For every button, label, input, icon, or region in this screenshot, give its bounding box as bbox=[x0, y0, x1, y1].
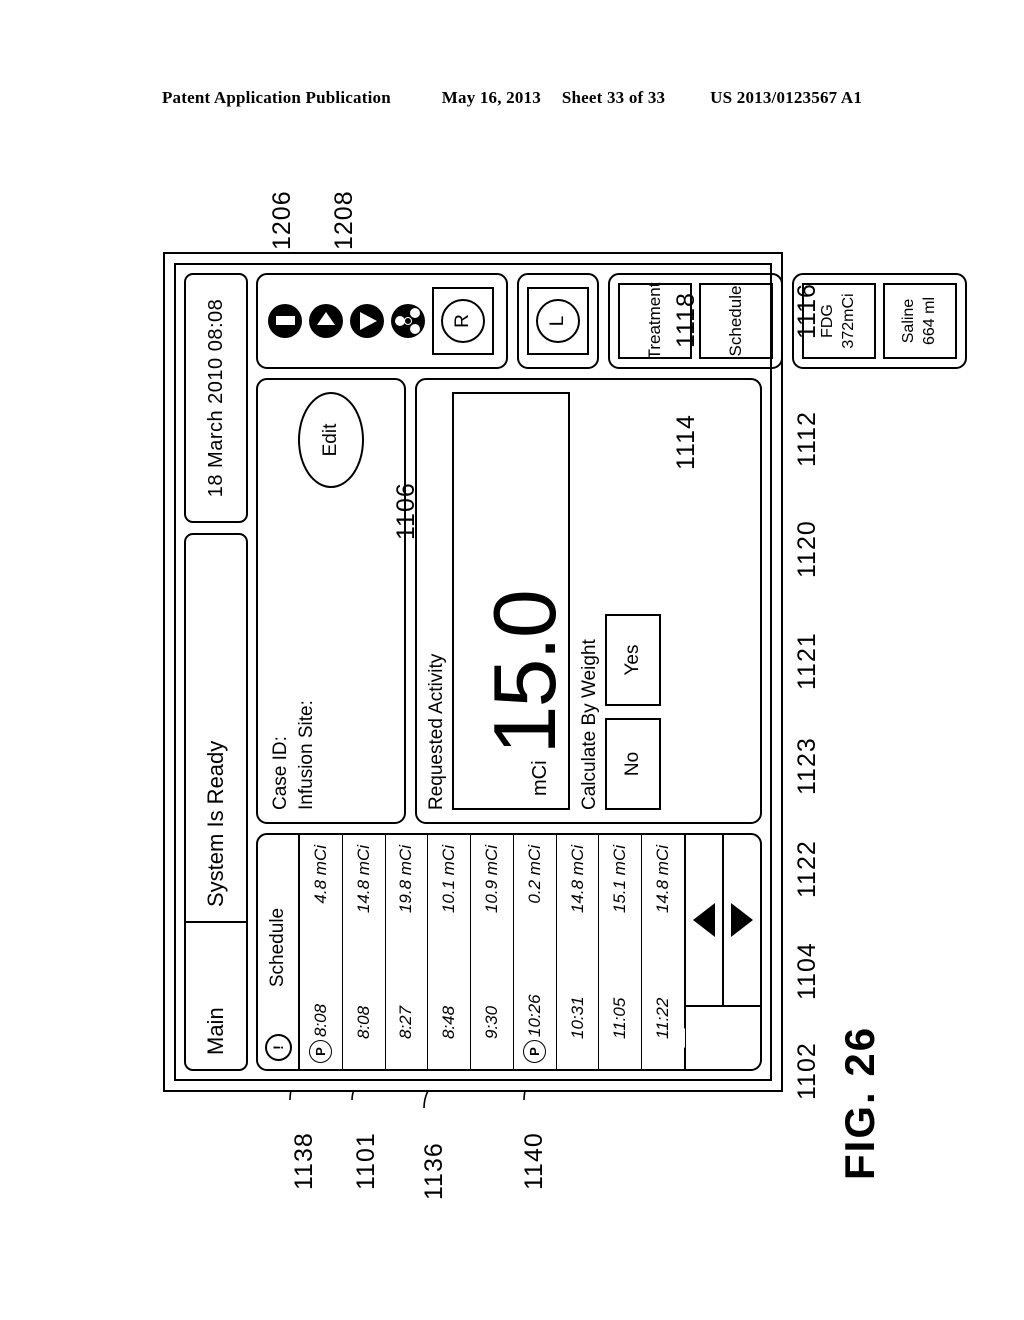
datetime-display: 18 March 2010 08:08 bbox=[184, 273, 248, 523]
scroll-buttons bbox=[686, 835, 760, 1005]
reference-numeral: 1136 bbox=[420, 1142, 448, 1200]
schedule-row[interactable]: 8:48 10.1 mCi bbox=[428, 835, 472, 1069]
schedule-row[interactable]: 8:08 14.8 mCi bbox=[342, 835, 386, 1069]
saline-value: 664 ml bbox=[921, 296, 938, 346]
scrollbar-thumb[interactable] bbox=[686, 1005, 760, 1069]
schedule-rows: P 8:08 4.8 mCi 8:08 14.8 mCi 8:27 19.8 mCi 8:48… bbox=[300, 835, 684, 1069]
screen-body: ! Schedule P 8:08 4.8 mCi 8:08 14.8 mCi 8:27 1… bbox=[256, 273, 967, 1071]
requested-activity-panel: Requested Activity mCi 15.0 Calculate By… bbox=[415, 378, 762, 824]
reference-numeral: 1120 bbox=[793, 520, 821, 578]
r-button-box[interactable]: R bbox=[432, 287, 494, 355]
case-panel: Case ID: Infusion Site: Edit bbox=[256, 378, 406, 824]
calc-by-weight-no-button[interactable]: No bbox=[605, 718, 661, 810]
schedule-row-time: 10:26 bbox=[524, 994, 544, 1037]
schedule-row-time: 11:22 bbox=[653, 997, 673, 1039]
scroll-up-button[interactable] bbox=[686, 835, 724, 1005]
reference-numeral: 1122 bbox=[793, 840, 821, 898]
figure-26-stage: Main System Is Ready 18 March 2010 08:08… bbox=[0, 0, 1024, 1320]
reference-numeral: 1121 bbox=[793, 632, 821, 690]
schedule-scroll-zone bbox=[684, 835, 760, 1069]
schedule-row-activity: 15.1 mCi bbox=[610, 845, 630, 914]
reference-numeral: 1112 bbox=[793, 411, 821, 467]
radiation-trefoil-icon[interactable] bbox=[391, 304, 425, 338]
schedule-row-time: 8:08 bbox=[353, 1005, 373, 1039]
requested-activity-label: Requested Activity bbox=[426, 653, 447, 810]
reference-numeral: 1138 bbox=[290, 1132, 318, 1190]
reference-numeral: 1114 bbox=[672, 414, 700, 470]
chevron-up-icon bbox=[693, 903, 715, 937]
top-bar: Main System Is Ready 18 March 2010 08:08 bbox=[184, 273, 248, 1071]
schedule-row[interactable]: 9:30 10.9 mCi bbox=[471, 835, 514, 1069]
schedule-header-label: Schedule bbox=[267, 907, 288, 988]
reference-numeral: 1106 bbox=[392, 482, 420, 540]
schedule-row-activity: 0.2 mCi bbox=[524, 845, 544, 904]
chevron-down-icon bbox=[731, 903, 753, 937]
status-text: System Is Ready bbox=[184, 533, 248, 923]
activity-unit: mCi bbox=[529, 760, 551, 796]
schedule-header: ! Schedule bbox=[258, 835, 300, 1069]
schedule-row-time: 10:31 bbox=[567, 996, 587, 1039]
figure-label: FIG. 26 bbox=[836, 1025, 883, 1180]
case-id-label: Case ID: bbox=[270, 736, 291, 810]
schedule-row[interactable]: 8:27 19.8 mCi bbox=[385, 835, 429, 1069]
schedule-row-time: 8:48 bbox=[439, 1005, 459, 1039]
priority-marker-icon: P bbox=[523, 1040, 547, 1063]
reference-numeral: 1123 bbox=[793, 737, 821, 795]
schedule-button[interactable]: Schedule bbox=[699, 283, 773, 359]
play-chevron-icon[interactable] bbox=[309, 304, 343, 338]
schedule-row-activity: 10.1 mCi bbox=[439, 845, 459, 914]
schedule-row-time: 8:27 bbox=[396, 1005, 416, 1039]
reference-numeral: 1116 bbox=[793, 283, 821, 339]
schedule-row[interactable]: 10:31 14.8 mCi bbox=[556, 835, 600, 1069]
reference-numeral: 1101 bbox=[352, 1132, 380, 1190]
activity-value: 15.0 bbox=[475, 591, 575, 755]
schedule-row[interactable]: P 10:26 0.2 mCi bbox=[513, 835, 557, 1069]
calculate-by-weight-buttons: No Yes bbox=[605, 392, 661, 810]
schedule-row-activity: 14.8 mCi bbox=[567, 845, 587, 914]
edit-button[interactable]: Edit bbox=[298, 392, 364, 488]
reference-numeral: 1104 bbox=[793, 942, 821, 1000]
priority-marker-icon: P bbox=[309, 1040, 333, 1063]
drop-arrow-icon[interactable] bbox=[350, 304, 384, 338]
r-button[interactable]: R bbox=[441, 299, 485, 343]
scroll-down-button[interactable] bbox=[724, 835, 760, 1005]
calc-by-weight-yes-button[interactable]: Yes bbox=[605, 614, 661, 706]
calculate-by-weight-label: Calculate By Weight bbox=[579, 639, 600, 810]
schedule-row[interactable]: 11:05 15.1 mCi bbox=[599, 835, 643, 1069]
schedule-row-time: 9:30 bbox=[482, 1005, 502, 1039]
l-button[interactable]: L bbox=[536, 299, 580, 343]
reference-numeral: 1206 bbox=[268, 190, 296, 250]
exclamation-icon[interactable]: ! bbox=[264, 1034, 292, 1061]
schedule-row-activity: 4.8 mCi bbox=[310, 845, 330, 904]
reference-numeral: 1118 bbox=[672, 292, 700, 348]
stop-bar-icon[interactable] bbox=[268, 304, 302, 338]
status-icon-group: R bbox=[256, 273, 508, 369]
schedule-row-activity: 19.8 mCi bbox=[396, 845, 416, 914]
schedule-row-activity: 14.8 mCi bbox=[353, 845, 373, 914]
l-button-box[interactable]: L bbox=[527, 287, 589, 355]
schedule-row-activity: 14.8 mCi bbox=[653, 845, 673, 914]
schedule-row-time: 8:08 bbox=[310, 1003, 330, 1037]
page-title: Main bbox=[184, 921, 248, 1071]
l-button-group: L bbox=[517, 273, 599, 369]
schedule-row-time: 11:05 bbox=[610, 997, 630, 1039]
reference-numeral: 1140 bbox=[520, 1132, 548, 1190]
schedule-row-activity: 10.9 mCi bbox=[482, 845, 502, 914]
reference-numeral: 1208 bbox=[330, 190, 358, 250]
fdg-value: 372mCi bbox=[840, 293, 857, 349]
reference-numeral: 1102 bbox=[793, 1042, 821, 1100]
saline-supply-button[interactable]: Saline 664 ml bbox=[883, 283, 957, 359]
device-screen: Main System Is Ready 18 March 2010 08:08… bbox=[174, 263, 967, 1081]
saline-label: Saline bbox=[900, 298, 918, 344]
device-outer-frame: Main System Is Ready 18 March 2010 08:08… bbox=[163, 252, 967, 1092]
schedule-panel: ! Schedule P 8:08 4.8 mCi 8:08 14.8 mCi 8:27 1… bbox=[256, 833, 762, 1071]
schedule-row[interactable]: P 8:08 4.8 mCi bbox=[300, 835, 343, 1069]
requested-activity-value-box[interactable]: mCi 15.0 bbox=[452, 392, 575, 810]
